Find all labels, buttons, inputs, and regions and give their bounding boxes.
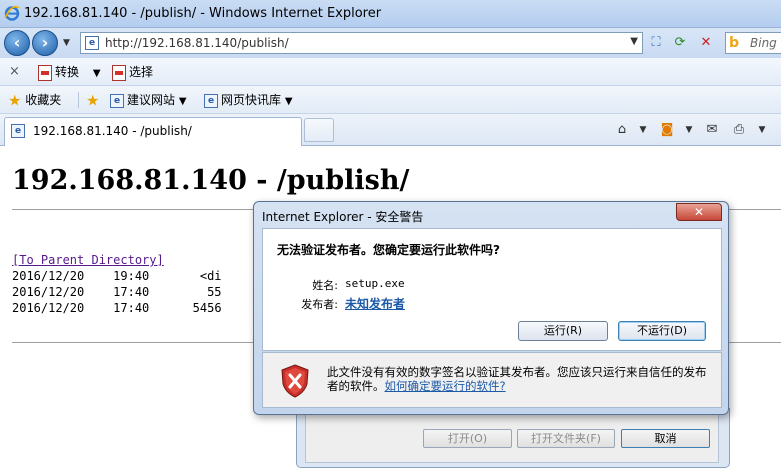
window-title: 192.168.81.140 - /publish/ - Windows Int… bbox=[24, 6, 382, 21]
favorites-star-icon: ★ bbox=[8, 91, 22, 110]
row-date: 2016/12/20 bbox=[12, 301, 85, 315]
listing-row: 2016/12/20 17:40 55 bbox=[12, 284, 222, 300]
print-icon[interactable]: ⎙ bbox=[729, 121, 749, 139]
internet-explorer-icon bbox=[4, 5, 20, 21]
feeds-icon[interactable]: ◙ bbox=[657, 121, 677, 139]
security-shield-icon bbox=[281, 364, 309, 398]
forward-button[interactable]: › bbox=[32, 30, 58, 56]
forward-arrow-icon: › bbox=[41, 33, 49, 52]
tab-current[interactable]: e 192.168.81.140 - /publish/ bbox=[4, 117, 302, 146]
close-toolbar-icon[interactable]: × bbox=[9, 64, 20, 79]
how-to-decide-link[interactable]: 如何确定要运行的软件? bbox=[385, 379, 506, 393]
feeds-dropdown-icon[interactable]: ▼ bbox=[679, 121, 699, 139]
suggested-sites-label: 建议网站 bbox=[127, 93, 176, 107]
convert-dropdown-icon[interactable]: ▼ bbox=[93, 68, 101, 79]
suggested-sites-link[interactable]: e 建议网站 ▼ bbox=[110, 91, 187, 109]
home-icon[interactable]: ⌂ bbox=[612, 121, 632, 139]
listing-row: 2016/12/20 17:40 5456 bbox=[12, 300, 222, 316]
open-folder-button[interactable]: 打开文件夹(F) bbox=[517, 429, 615, 448]
address-dropdown-icon[interactable]: ▼ bbox=[630, 36, 638, 47]
directory-listing: [To Parent Directory] 2016/12/20 19:40 <… bbox=[12, 252, 222, 316]
divider bbox=[78, 92, 79, 108]
search-placeholder: Bing bbox=[750, 36, 777, 50]
address-bar[interactable]: e http://192.168.81.140/publish/ ▼ bbox=[80, 32, 643, 54]
stop-icon[interactable]: ✕ bbox=[696, 33, 716, 53]
back-arrow-icon: ‹ bbox=[13, 33, 21, 52]
tab-bar: e 192.168.81.140 - /publish/ ⌂ ▼ ◙ ▼ ✉ ⎙… bbox=[0, 114, 781, 146]
recent-pages-dropdown-icon[interactable]: ▼ bbox=[63, 38, 70, 48]
dont-run-button[interactable]: 不运行(D) bbox=[618, 321, 706, 341]
suggested-sites-dropdown-icon[interactable]: ▼ bbox=[179, 96, 187, 107]
tab-label: 192.168.81.140 - /publish/ bbox=[33, 124, 192, 138]
select-button[interactable]: 选择 bbox=[112, 63, 153, 81]
convert-toolbar: × 转换 ▼ 选择 bbox=[0, 58, 781, 86]
dialog-close-button[interactable]: ✕ bbox=[676, 203, 722, 221]
convert-label: 转换 bbox=[55, 65, 80, 79]
home-dropdown-icon[interactable]: ▼ bbox=[633, 121, 653, 139]
row-info: <di bbox=[199, 269, 222, 283]
cancel-button[interactable]: 取消 bbox=[621, 429, 710, 448]
row-date: 2016/12/20 bbox=[12, 269, 85, 283]
page-icon: e bbox=[85, 36, 99, 50]
back-button[interactable]: ‹ bbox=[4, 30, 30, 56]
favorites-button[interactable]: ★ 收藏夹 bbox=[8, 91, 62, 110]
favorites-label: 收藏夹 bbox=[25, 93, 62, 107]
publisher-link[interactable]: 未知发布者 bbox=[345, 295, 405, 312]
print-dropdown-icon[interactable]: ▼ bbox=[752, 121, 772, 139]
dialog-title: Internet Explorer - 安全警告 bbox=[262, 210, 424, 224]
row-info: 5456 bbox=[192, 301, 222, 315]
pdf-icon bbox=[38, 64, 52, 81]
add-favorite-icon: ★ bbox=[86, 91, 100, 110]
search-box[interactable]: b Bing bbox=[725, 32, 781, 54]
download-dialog: 打开(O) 打开文件夹(F) 取消 bbox=[296, 408, 730, 468]
suggested-sites-icon: e bbox=[110, 93, 124, 108]
add-to-favorites-bar-button[interactable]: ★ bbox=[86, 91, 100, 110]
run-button[interactable]: 运行(R) bbox=[518, 321, 608, 341]
select-label: 选择 bbox=[129, 65, 154, 79]
publisher-label: 发布者: bbox=[301, 298, 338, 311]
page-heading: 192.168.81.140 - /publish/ bbox=[12, 165, 410, 196]
address-url[interactable]: http://192.168.81.140/publish/ bbox=[105, 36, 289, 50]
dialog-footer: 此文件没有有效的数字签名以验证其发布者。您应该只运行来自信任的发布者的软件。如何… bbox=[262, 352, 722, 408]
title-bar: 192.168.81.140 - /publish/ - Windows Int… bbox=[0, 0, 781, 28]
security-warning-dialog: Internet Explorer - 安全警告 ✕ 无法验证发布者。您确定要运… bbox=[253, 201, 729, 415]
read-mail-icon[interactable]: ✉ bbox=[702, 121, 722, 139]
open-button[interactable]: 打开(O) bbox=[423, 429, 512, 448]
navigation-bar: ‹ › ▼ e http://192.168.81.140/publish/ ▼… bbox=[0, 28, 781, 58]
select-pdf-icon bbox=[112, 64, 126, 81]
bing-icon: b bbox=[729, 35, 740, 51]
download-dialog-body: 打开(O) 打开文件夹(F) 取消 bbox=[305, 409, 719, 463]
row-time: 17:40 bbox=[113, 301, 150, 315]
refresh-icon[interactable]: ⟳ bbox=[670, 33, 690, 53]
name-value: setup.exe bbox=[345, 277, 405, 290]
row-date: 2016/12/20 bbox=[12, 285, 85, 299]
convert-button[interactable]: 转换 ▼ bbox=[38, 63, 101, 81]
web-slice-icon: e bbox=[204, 93, 218, 108]
web-slice-label: 网页快讯库 bbox=[221, 93, 282, 107]
compatibility-view-icon[interactable]: ⛶ bbox=[646, 33, 666, 53]
web-slice-gallery-link[interactable]: e 网页快讯库 ▼ bbox=[204, 91, 293, 109]
new-tab-button[interactable] bbox=[304, 118, 334, 142]
warning-message: 此文件没有有效的数字签名以验证其发布者。您应该只运行来自信任的发布者的软件。如何… bbox=[327, 365, 717, 393]
dialog-question: 无法验证发布者。您确定要运行此软件吗? bbox=[277, 243, 500, 257]
tab-page-icon: e bbox=[11, 124, 25, 138]
web-slice-dropdown-icon[interactable]: ▼ bbox=[285, 96, 293, 107]
close-icon: ✕ bbox=[693, 205, 705, 219]
name-label: 姓名: bbox=[312, 279, 338, 292]
row-time: 17:40 bbox=[113, 285, 150, 299]
listing-row: 2016/12/20 19:40 <di bbox=[12, 268, 222, 284]
row-time: 19:40 bbox=[113, 269, 150, 283]
parent-directory-link[interactable]: [To Parent Directory] bbox=[12, 253, 164, 267]
row-info: 55 bbox=[207, 285, 222, 299]
favorites-bar: ★ 收藏夹 ★ e 建议网站 ▼ e 网页快讯库 ▼ bbox=[0, 86, 781, 114]
